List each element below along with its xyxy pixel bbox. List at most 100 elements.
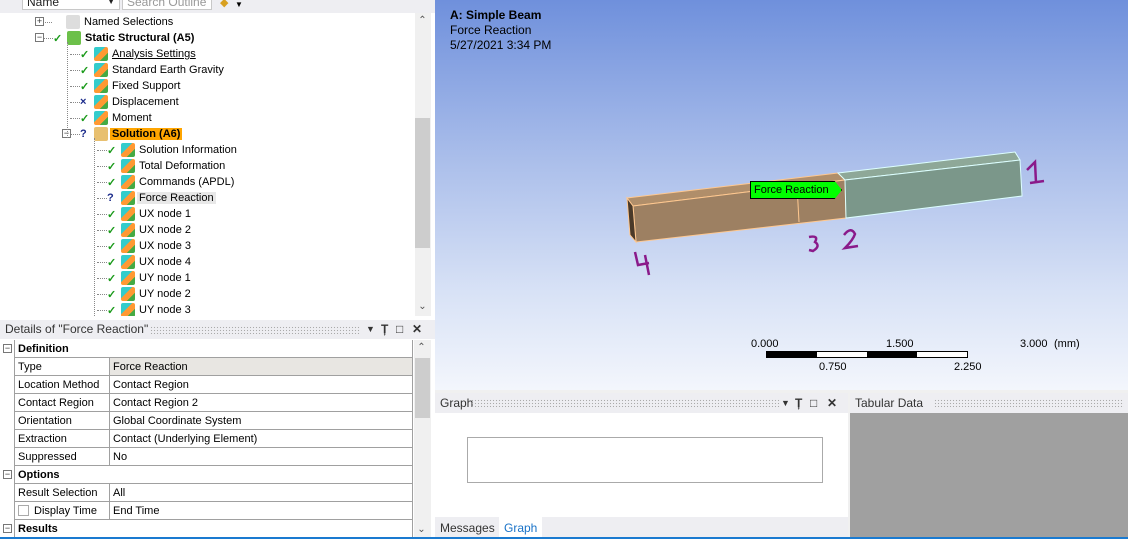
collapse-icon[interactable]: −: [3, 524, 12, 533]
close-icon[interactable]: ✕: [412, 320, 422, 339]
tree-item[interactable]: UY node 2: [121, 286, 193, 302]
tree-connector: [97, 262, 107, 263]
pin-icon[interactable]: Ț: [381, 320, 388, 339]
tree-item[interactable]: Fixed Support: [94, 78, 182, 94]
tree-item-label: Commands (APDL): [139, 176, 235, 188]
tree-scrollbar[interactable]: ⌃ ⌄: [415, 13, 431, 316]
tree-connector: [70, 102, 80, 103]
detail-value[interactable]: Contact Region 2: [110, 394, 413, 412]
detail-row[interactable]: Contact Region Contact Region 2: [0, 394, 414, 412]
graph-header: Graph ▼ Ț □ ✕: [435, 393, 848, 413]
scroll-thumb[interactable]: [415, 358, 430, 418]
maximize-icon[interactable]: □: [810, 393, 817, 413]
detail-value[interactable]: Contact (Underlying Element): [110, 430, 413, 448]
tree-item[interactable]: UX node 3: [121, 238, 193, 254]
details-scrollbar[interactable]: ⌃ ⌄: [414, 340, 431, 539]
tree-item[interactable]: Displacement: [94, 94, 181, 110]
tree-item[interactable]: Moment: [94, 110, 154, 126]
tree-item[interactable]: Total Deformation: [121, 158, 227, 174]
beam-body-green[interactable]: [836, 151, 1023, 219]
tree-node-icon: [121, 287, 135, 301]
display-time-checkbox[interactable]: [18, 505, 29, 516]
tree-item[interactable]: Analysis Settings: [94, 46, 198, 62]
details-title: Details of "Force Reaction": [5, 322, 149, 336]
status-ok-icon: ✓: [107, 209, 117, 221]
detail-value[interactable]: Force Reaction: [110, 358, 413, 376]
expand-icon[interactable]: +: [35, 17, 44, 26]
tree-item[interactable]: Solution Information: [121, 142, 239, 158]
group-results[interactable]: − Results: [0, 520, 414, 538]
detail-key-text: Location Method: [18, 379, 100, 391]
tree-item[interactable]: Solution (A6): [94, 126, 183, 142]
detail-row[interactable]: Orientation Global Coordinate System: [0, 412, 414, 430]
filter-icon[interactable]: ◆: [220, 0, 228, 9]
collapse-icon[interactable]: −: [3, 344, 12, 353]
scroll-up-icon[interactable]: ⌃: [414, 342, 429, 353]
scroll-down-icon[interactable]: ⌄: [414, 524, 429, 535]
tree-connector: [97, 246, 107, 247]
detail-row[interactable]: Display Time End Time: [0, 502, 414, 520]
dropdown-icon[interactable]: ▼: [781, 393, 790, 413]
tabular-title: Tabular Data: [855, 396, 924, 410]
detail-row[interactable]: Type Force Reaction: [0, 358, 414, 376]
detail-row[interactable]: Suppressed No: [0, 448, 414, 466]
force-reaction-label[interactable]: Force Reaction: [750, 181, 842, 199]
tree-item[interactable]: UY node 1: [121, 270, 193, 286]
tree-item[interactable]: Named Selections: [66, 14, 175, 30]
tree-item[interactable]: UX node 4: [121, 254, 193, 270]
group-label: Options: [14, 466, 413, 484]
detail-key: Orientation: [14, 412, 110, 430]
detail-row[interactable]: Result Selection All: [0, 484, 414, 502]
tree-item[interactable]: Standard Earth Gravity: [94, 62, 226, 78]
tree-node-icon: [94, 63, 108, 77]
tree-connector: [97, 278, 107, 279]
outline-toolbar: Name ▼ Search Outline ◆ ▼: [0, 0, 435, 13]
close-icon[interactable]: ✕: [827, 393, 837, 413]
tree-item[interactable]: UX node 2: [121, 222, 193, 238]
detail-key: Display Time: [14, 502, 110, 520]
detail-value[interactable]: No: [110, 448, 413, 466]
tree-item[interactable]: UX node 1: [121, 206, 193, 222]
group-definition[interactable]: − Definition: [0, 340, 414, 358]
tree-node-icon: [121, 159, 135, 173]
tree-item[interactable]: Force Reaction: [121, 190, 216, 206]
detail-key-text: Suppressed: [18, 451, 77, 463]
tree-node-icon: [94, 95, 108, 109]
detail-value[interactable]: Global Coordinate System: [110, 412, 413, 430]
detail-value[interactable]: Contact Region: [110, 376, 413, 394]
scale-label-2250: 2.250: [954, 361, 982, 373]
chevron-down-icon: ▼: [107, 0, 115, 6]
tree-item[interactable]: UY node 3: [121, 302, 193, 316]
name-select[interactable]: Name ▼: [22, 0, 120, 10]
dropdown-icon[interactable]: ▼: [235, 0, 243, 9]
scroll-up-icon[interactable]: ⌃: [415, 15, 430, 26]
detail-value[interactable]: End Time: [110, 502, 413, 520]
tree-item-label: Solution (A6): [110, 128, 183, 140]
scroll-down-icon[interactable]: ⌄: [415, 301, 430, 312]
tree-item-label: Force Reaction: [137, 192, 216, 204]
detail-row[interactable]: Location Method Contact Region: [0, 376, 414, 394]
detail-key: Contact Region: [14, 394, 110, 412]
dropdown-icon[interactable]: ▼: [366, 320, 375, 339]
detail-row[interactable]: Extraction Contact (Underlying Element): [0, 430, 414, 448]
tree-item[interactable]: Static Structural (A5): [67, 30, 196, 46]
collapse-icon[interactable]: −: [3, 470, 12, 479]
tree-node-icon: [121, 239, 135, 253]
maximize-icon[interactable]: □: [396, 320, 403, 339]
tree-item-label: Standard Earth Gravity: [112, 64, 224, 76]
pin-icon[interactable]: Ț: [795, 393, 802, 413]
status-ok-icon: ✓: [107, 273, 117, 285]
detail-key: Suppressed: [14, 448, 110, 466]
3d-viewport[interactable]: A: Simple Beam Force Reaction 5/27/2021 …: [435, 0, 1128, 390]
detail-value[interactable]: All: [110, 484, 413, 502]
grip: [471, 399, 781, 407]
search-outline-input[interactable]: Search Outline: [122, 0, 212, 10]
tab-messages[interactable]: Messages: [435, 517, 500, 539]
status-ok-icon: ✓: [107, 177, 117, 189]
group-options[interactable]: − Options: [0, 466, 414, 484]
tab-graph[interactable]: Graph: [499, 517, 543, 539]
scroll-thumb[interactable]: [415, 118, 430, 248]
collapse-icon[interactable]: −: [35, 33, 44, 42]
tree-node-icon: [121, 255, 135, 269]
tree-item[interactable]: Commands (APDL): [121, 174, 236, 190]
